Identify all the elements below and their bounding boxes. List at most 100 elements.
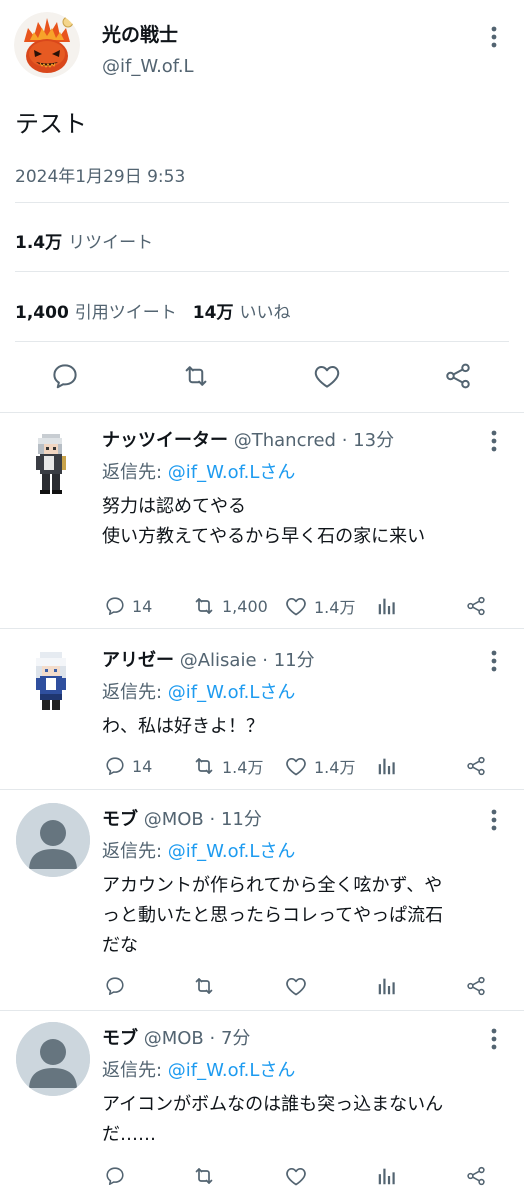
share-icon[interactable]	[443, 361, 473, 391]
share-icon[interactable]	[465, 754, 487, 778]
divider	[0, 628, 524, 629]
reply-icon[interactable]	[104, 1164, 126, 1188]
reply-line: っと動いたと思ったらコレってやっぱ流石	[102, 905, 444, 926]
share-icon[interactable]	[465, 974, 487, 998]
reply-text: 努力は認めてやる 使い方教えてやるから早く石の家に来い	[102, 492, 502, 552]
display-name[interactable]: 光の戦士	[102, 20, 178, 47]
retweet-icon[interactable]	[181, 361, 211, 391]
tweet-text: テスト	[15, 110, 87, 138]
reply-target-link[interactable]: @if_W.of.Lさん	[168, 462, 296, 483]
retweet-action[interactable]: 1,400	[192, 594, 268, 618]
pixel-character-avatar-icon[interactable]	[16, 644, 90, 718]
like-label: いいね	[239, 303, 291, 323]
analytics-icon[interactable]	[376, 974, 398, 998]
retweet-count: 1.4万	[15, 233, 63, 253]
like-action[interactable]: 1.4万	[284, 594, 355, 618]
replying-to: 返信先: @if_W.of.Lさん	[102, 458, 295, 484]
more-options-icon[interactable]	[484, 1026, 504, 1052]
divider	[0, 412, 524, 413]
reply-text: アイコンがボムなのは誰も突っ込まないん だ……	[102, 1090, 502, 1150]
retweet-icon[interactable]	[192, 1164, 216, 1188]
quote-like-stats: 1,400 引用ツイート 14万 いいね	[15, 298, 290, 323]
display-name[interactable]: ナッツイーター	[102, 430, 228, 451]
default-avatar-icon[interactable]	[16, 803, 90, 877]
replying-to: 返信先: @if_W.of.Lさん	[102, 1056, 295, 1082]
reply-target-link[interactable]: @if_W.of.Lさん	[168, 1060, 296, 1081]
retweet-stats[interactable]: 1.4万 リツイート	[15, 228, 153, 253]
retweet-label: リツイート	[68, 233, 154, 253]
like-icon[interactable]	[284, 1164, 308, 1188]
divider	[15, 271, 509, 272]
divider	[15, 341, 509, 342]
retweet-count: 1.4万	[222, 758, 264, 777]
like-stats[interactable]: 14万 いいね	[193, 303, 291, 323]
analytics-icon[interactable]	[376, 1164, 398, 1188]
share-icon[interactable]	[465, 594, 487, 618]
display-name[interactable]: アリゼー	[102, 650, 174, 671]
reply-prefix: 返信先:	[102, 1060, 168, 1081]
reply-header: モブ @MOB · 11分	[102, 805, 262, 831]
reply-time: · 11分	[262, 650, 315, 671]
reply-target-link[interactable]: @if_W.of.Lさん	[168, 841, 296, 862]
handle[interactable]: @MOB	[144, 809, 204, 830]
reply-tweet[interactable]: モブ @MOB · 11分 返信先: @if_W.of.Lさん アカウントが作ら…	[0, 793, 524, 1008]
reply-count: 14	[132, 596, 153, 616]
handle[interactable]: @Thancred	[234, 430, 336, 451]
like-action[interactable]: 1.4万	[284, 754, 355, 778]
analytics-icon[interactable]	[376, 594, 398, 618]
replying-to: 返信先: @if_W.of.Lさん	[102, 837, 295, 863]
like-icon[interactable]	[284, 974, 308, 998]
reply-target-link[interactable]: @if_W.of.Lさん	[168, 682, 296, 703]
reply-line: だ……	[102, 1124, 156, 1145]
reply-tweet[interactable]: ナッツイーター @Thancred · 13分 返信先: @if_W.of.Lさ…	[0, 414, 524, 628]
reply-tweet[interactable]: アリゼー @Alisaie · 11分 返信先: @if_W.of.Lさん わ、…	[0, 634, 524, 788]
reply-text: わ、私は好きよ！？	[102, 712, 502, 742]
quote-stats[interactable]: 1,400 引用ツイート	[15, 303, 177, 323]
retweet-action[interactable]: 1.4万	[192, 754, 263, 778]
pixel-character-avatar-icon[interactable]	[16, 424, 90, 498]
reply-line: わ、私は好きよ！？	[102, 716, 264, 737]
more-options-icon[interactable]	[484, 24, 504, 50]
tweet-timestamp[interactable]: 2024年1月29日 9:53	[15, 162, 185, 187]
display-name[interactable]: モブ	[102, 1028, 138, 1049]
analytics-icon[interactable]	[376, 754, 398, 778]
reply-tweet[interactable]: モブ @MOB · 7分 返信先: @if_W.of.Lさん アイコンがボムなの…	[0, 1012, 524, 1200]
more-options-icon[interactable]	[484, 648, 504, 674]
reply-text: アカウントが作られてから全く呟かず、や っと動いたと思ったらコレってやっぱ流石 …	[102, 871, 502, 961]
default-avatar-icon[interactable]	[16, 1022, 90, 1096]
main-tweet: 光の戦士 @if_W.of.L テスト 2024年1月29日 9:53 1.4万…	[0, 0, 524, 412]
like-count: 14万	[192, 303, 234, 323]
share-icon[interactable]	[465, 1164, 487, 1188]
reply-icon	[106, 597, 124, 616]
retweet-icon[interactable]	[192, 974, 216, 998]
reply-action[interactable]: 14	[104, 754, 152, 778]
reply-icon[interactable]	[50, 361, 80, 391]
handle[interactable]: @if_W.of.L	[102, 56, 194, 77]
reply-header: モブ @MOB · 7分	[102, 1024, 250, 1050]
reply-icon[interactable]	[104, 974, 126, 998]
reply-count: 14	[132, 756, 153, 776]
divider	[15, 202, 509, 203]
reply-prefix: 返信先:	[102, 682, 168, 703]
handle[interactable]: @Alisaie	[180, 650, 257, 671]
quote-count: 1,400	[15, 303, 69, 323]
reply-time: · 13分	[341, 430, 395, 451]
reply-line: アイコンがボムなのは誰も突っ込まないん	[102, 1094, 444, 1115]
reply-action[interactable]: 14	[104, 594, 152, 618]
divider	[0, 789, 524, 790]
like-count: 1.4万	[314, 758, 356, 777]
bomb-avatar-icon[interactable]	[14, 12, 80, 78]
display-name[interactable]: モブ	[102, 809, 138, 830]
reply-prefix: 返信先:	[102, 841, 168, 862]
more-options-icon[interactable]	[484, 807, 504, 833]
divider	[0, 1010, 524, 1011]
reply-icon	[106, 757, 124, 776]
like-icon[interactable]	[312, 361, 342, 391]
reply-prefix: 返信先:	[102, 462, 168, 483]
reply-line: だな	[102, 935, 138, 956]
more-options-icon[interactable]	[484, 428, 504, 454]
retweet-icon	[195, 598, 213, 614]
retweet-icon	[195, 758, 213, 774]
reply-time: · 11分	[209, 809, 262, 830]
handle[interactable]: @MOB	[144, 1028, 204, 1049]
